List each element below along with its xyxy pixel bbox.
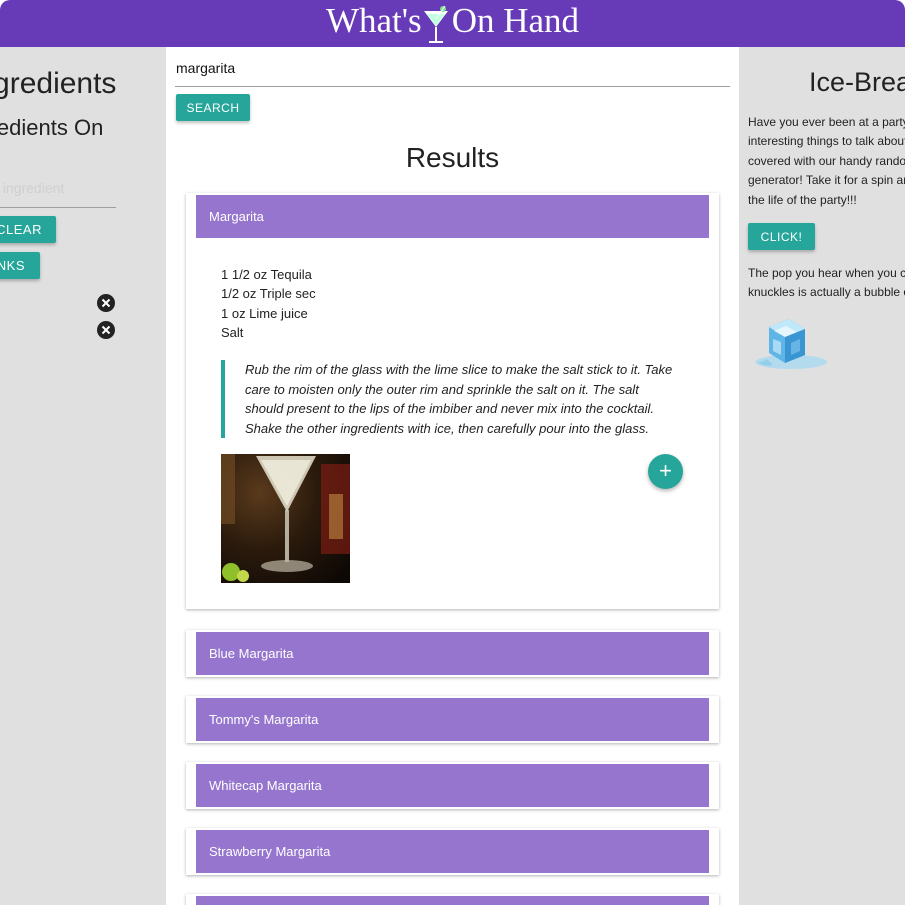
ice-cube-icon bbox=[755, 319, 827, 369]
remove-ingredient-icon[interactable] bbox=[97, 294, 115, 312]
search-input-underline bbox=[175, 86, 730, 87]
ice-breakers-panel: Ice-Breakers Have you ever been at a par… bbox=[739, 47, 905, 905]
result-card[interactable]: Whitecap Margarita bbox=[186, 762, 719, 809]
fact-line: The pop you hear when you crack your bbox=[748, 266, 905, 280]
ingredient-input-underline bbox=[0, 207, 116, 208]
result-card-header[interactable]: Margarita bbox=[196, 195, 709, 238]
ingredients-on-hand-heading: Ingredients On bbox=[0, 115, 103, 141]
drink-name: Strawberry Margarita bbox=[209, 844, 331, 859]
click-button[interactable]: Click! bbox=[748, 223, 815, 250]
instruction-line: should present to the lips of the imbibe… bbox=[245, 401, 654, 417]
drink-name: Margarita bbox=[209, 209, 264, 224]
drink-name: Tommy's Margarita bbox=[209, 712, 319, 727]
plus-icon: + bbox=[659, 458, 672, 483]
remove-ingredient-icon[interactable] bbox=[97, 321, 115, 339]
clear-button-label: Clear bbox=[0, 222, 42, 237]
logo-text-left: What's bbox=[325, 1, 422, 40]
cocktail-photo bbox=[221, 454, 350, 583]
instruction-line: Rub the rim of the glass with the lime s… bbox=[245, 362, 673, 377]
ingredients-title-text: Ingredients bbox=[0, 67, 117, 100]
ingredient-input[interactable]: Add ingredient bbox=[0, 180, 64, 196]
search-input[interactable]: margarita bbox=[176, 60, 235, 76]
ingredients-title: Ingredients bbox=[0, 67, 116, 101]
result-card-expanded[interactable]: Margarita 1 1/2 oz Tequila 1/2 oz Triple… bbox=[186, 193, 719, 609]
ingredient-input-placeholder: Add ingredient bbox=[0, 180, 65, 196]
result-card-header[interactable]: Whitecap Margarita bbox=[196, 764, 709, 807]
fact-line: knuckles is actually a bubble of gas bur… bbox=[748, 285, 905, 299]
clear-button[interactable]: Clear bbox=[0, 216, 56, 243]
ingredient-line: 1 oz Lime juice bbox=[221, 306, 308, 321]
intro-line: interesting things to talk about? We've … bbox=[748, 134, 905, 148]
drink-name: Blue Margarita bbox=[209, 646, 294, 661]
result-card-header[interactable]: Strawberry Margarita bbox=[196, 830, 709, 873]
ingredient-line: 1 1/2 oz Tequila bbox=[221, 267, 312, 282]
result-card-partial[interactable] bbox=[186, 894, 719, 905]
intro-line: generator! Take it for a spin and become bbox=[748, 173, 905, 187]
result-card[interactable]: Blue Margarita bbox=[186, 630, 719, 677]
instructions-quote: Rub the rim of the glass with the lime s… bbox=[221, 360, 687, 439]
ice-breakers-title: Ice-Breakers bbox=[809, 67, 905, 97]
click-button-label: Click! bbox=[760, 229, 803, 244]
ingredients-on-hand-text: Ingredients On bbox=[0, 115, 104, 140]
result-card-header[interactable] bbox=[196, 896, 709, 905]
app-header: What's On Hand bbox=[0, 0, 905, 47]
instruction-line: Shake the other ingredients with ice, th… bbox=[245, 420, 649, 436]
add-favorite-button[interactable]: + bbox=[648, 454, 683, 489]
instruction-line: care to moisten only the outer rim and s… bbox=[245, 381, 639, 397]
intro-line: Have you ever been at a party with no bbox=[748, 115, 905, 129]
ingredients-panel: Ingredients Ingredients On Add ingredien… bbox=[0, 47, 166, 905]
result-card-header[interactable]: Blue Margarita bbox=[196, 632, 709, 675]
martini-glass-icon bbox=[424, 5, 448, 43]
app-logo: What's On Hand bbox=[0, 1, 905, 41]
search-input-value: margarita bbox=[176, 60, 236, 76]
results-column: margarita Search Results Margarita 1 1/2… bbox=[166, 47, 739, 905]
result-card-header[interactable]: Tommy's Margarita bbox=[196, 698, 709, 741]
drinks-button[interactable]: Drinks bbox=[0, 252, 40, 279]
drink-name: Whitecap Margarita bbox=[209, 778, 322, 793]
search-button[interactable]: Search bbox=[176, 94, 250, 121]
drinks-button-label: Drinks bbox=[0, 258, 25, 273]
ingredient-line: 1/2 oz Triple sec bbox=[221, 286, 316, 301]
intro-line: the life of the party!!! bbox=[748, 193, 857, 207]
results-title: Results bbox=[405, 142, 500, 173]
ingredient-line: Salt bbox=[221, 325, 244, 340]
result-card[interactable]: Strawberry Margarita bbox=[186, 828, 719, 875]
logo-text-right: On Hand bbox=[451, 1, 580, 40]
result-card[interactable]: Tommy's Margarita bbox=[186, 696, 719, 743]
search-button-label: Search bbox=[186, 100, 240, 115]
intro-line: covered with our handy random fact bbox=[748, 154, 905, 168]
